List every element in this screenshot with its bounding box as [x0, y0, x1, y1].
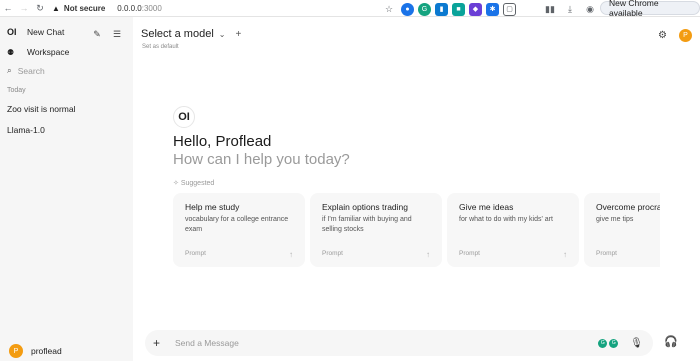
avatar[interactable]: P [679, 29, 692, 42]
star-icon[interactable]: ☆ [381, 1, 397, 17]
card-description: for what to do with my kids' art [459, 216, 553, 223]
card-title: Explain options trading [322, 202, 409, 212]
plus-icon[interactable]: + [153, 336, 165, 350]
extensions-row: ☆ ● G ▮ ■ ◆ ✱ ▢ ▮▮ ⤓ ◉ [381, 1, 598, 17]
sidebar: OI New Chat ✎ ☰ ⚉ Workspace ⌕ Search Tod… [0, 17, 133, 361]
new-chat-label: New Chat [27, 27, 65, 37]
settings-sliders-icon[interactable]: ⚙ [658, 30, 667, 41]
user-name: proflead [31, 346, 62, 356]
section-today: Today [7, 87, 26, 94]
message-composer: + Send a Message G G 🎙 [145, 330, 653, 356]
back-icon[interactable]: ← [0, 0, 16, 16]
card-title: Give me ideas [459, 202, 514, 212]
main-panel: Select a model ⌄ + Set as default ⚙ P OI… [133, 17, 700, 361]
card-prompt-label: Prompt [459, 250, 480, 257]
grammarly-ext-icon[interactable]: G [418, 2, 431, 16]
url-text: 0.0.0.0:3000 [117, 3, 162, 13]
arrow-up-icon: ↑ [426, 250, 430, 259]
download-icon[interactable]: ⤓ [562, 1, 578, 17]
workspace-icon: ⚉ [7, 47, 15, 57]
address-bar[interactable]: ▲ Not secure 0.0.0.0:3000 [52, 1, 162, 15]
chrome-update-button[interactable]: New Chrome available [600, 0, 700, 18]
edit-icon[interactable]: ✎ [91, 28, 103, 40]
chevron-down-icon: ⌄ [218, 29, 226, 39]
purple-ext-icon[interactable]: ◆ [469, 2, 482, 16]
card-prompt-label: Prompt [322, 250, 343, 257]
greeting: Hello, Proflead [173, 133, 272, 150]
card-title: Overcome procrastination [596, 202, 660, 212]
blue-circle-ext-icon[interactable]: ● [401, 2, 414, 16]
card-title: Help me study [185, 202, 240, 212]
suggestion-card[interactable]: Help me study vocabulary for a college e… [173, 193, 305, 267]
chat-item[interactable]: Zoo visit is normal [7, 104, 76, 114]
profile-icon[interactable]: ◉ [582, 1, 598, 17]
browser-toolbar: ← → ↻ ▲ Not secure 0.0.0.0:3000 ☆ ● G ▮ … [0, 0, 700, 18]
headphones-icon[interactable]: 🎧 [664, 335, 678, 348]
warning-icon: ▲ [52, 3, 60, 13]
card-description: if I'm familiar with buying and selling … [322, 216, 412, 233]
model-select-label: Select a model [141, 28, 214, 40]
reload-icon[interactable]: ↻ [32, 0, 48, 16]
search-field[interactable]: ⌕ Search [7, 65, 45, 76]
brand-logo: OI [7, 27, 17, 37]
suggestion-card[interactable]: Explain options trading if I'm familiar … [310, 193, 442, 267]
avatar: P [9, 344, 23, 358]
search-icon: ⌕ [7, 65, 12, 75]
chat-item[interactable]: Llama-1.0 [7, 125, 45, 135]
grammarly-ext-icon[interactable]: G [609, 338, 619, 348]
top-controls: ⚙ P [658, 29, 692, 42]
not-secure-label: Not secure [63, 3, 106, 13]
menu-icon[interactable]: ☰ [111, 28, 123, 40]
microphone-icon[interactable]: 🎙 [630, 338, 643, 349]
arrow-up-icon: ↑ [289, 250, 293, 259]
add-model-icon[interactable]: + [235, 29, 241, 40]
puzzle-ext-icon[interactable]: ✱ [486, 2, 499, 16]
screenshot-ext-icon[interactable]: ▢ [503, 2, 516, 16]
workspace-label: Workspace [27, 47, 70, 57]
suggestion-card[interactable]: Overcome procrastination give me tips Pr… [584, 193, 660, 267]
suggestion-card[interactable]: Give me ideas for what to do with my kid… [447, 193, 579, 267]
grammarly-ext-icon[interactable]: G [598, 338, 608, 348]
composer-extensions: G G [598, 338, 619, 348]
card-prompt-label: Prompt [596, 250, 617, 257]
set-default-link[interactable]: Set as default [142, 44, 179, 50]
arrow-up-icon: ↑ [563, 250, 567, 259]
new-chat-button[interactable]: OI New Chat [7, 27, 64, 37]
card-prompt-label: Prompt [185, 250, 206, 257]
message-input[interactable]: Send a Message [175, 338, 598, 348]
forward-icon[interactable]: → [16, 0, 32, 16]
card-description: vocabulary for a college entrance exam [185, 216, 289, 233]
search-placeholder: Search [17, 65, 45, 76]
brand-logo: OI [173, 106, 195, 128]
model-selector[interactable]: Select a model ⌄ + [141, 28, 241, 40]
trello-ext-icon[interactable]: ▮ [435, 2, 448, 16]
media-icon[interactable]: ▮▮ [542, 1, 558, 17]
card-description: give me tips [596, 216, 634, 223]
suggestion-cards: Help me study vocabulary for a college e… [173, 193, 660, 268]
teal-square-ext-icon[interactable]: ■ [452, 2, 465, 16]
user-menu[interactable]: P proflead [9, 344, 62, 358]
suggested-label: ✧ Suggested [173, 180, 215, 187]
subgreeting: How can I help you today? [173, 151, 350, 168]
sparkle-icon: ✧ [173, 180, 179, 187]
workspace-link[interactable]: ⚉ Workspace [7, 47, 69, 57]
